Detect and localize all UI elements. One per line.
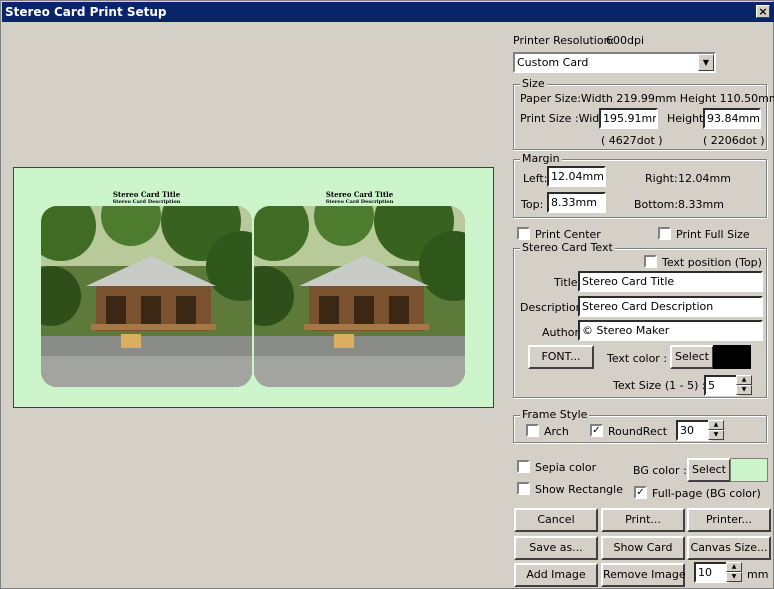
arch-checkbox[interactable] bbox=[526, 424, 539, 437]
close-icon: × bbox=[758, 5, 768, 18]
text-size-label: Text Size (1 - 5) : bbox=[613, 379, 706, 392]
spin-up-icon[interactable]: ▲ bbox=[708, 420, 724, 430]
print-full-size-label: Print Full Size bbox=[676, 228, 750, 241]
print-width-label: Print Size :Width bbox=[520, 112, 611, 125]
add-image-button[interactable]: Add Image bbox=[514, 563, 598, 587]
stereo-card-text-legend: Stereo Card Text bbox=[520, 241, 615, 254]
print-center-label: Print Center bbox=[535, 228, 601, 241]
sepia-label: Sepia color bbox=[535, 461, 597, 474]
window-title: Stereo Card Print Setup bbox=[5, 5, 167, 19]
card-preview: Stereo Card Title Stereo Card Descriptio… bbox=[13, 167, 494, 408]
description-field[interactable]: Stereo Card Description bbox=[578, 296, 763, 317]
print-height-label: Height bbox=[667, 112, 704, 125]
full-page-label: Full-page (BG color) bbox=[652, 487, 761, 500]
left-stereo-photo bbox=[41, 206, 252, 387]
canvas-size-button[interactable]: Canvas Size... bbox=[687, 536, 771, 560]
spacing-stepper[interactable]: ▲ ▼ bbox=[726, 562, 742, 583]
sepia-checkbox[interactable] bbox=[517, 460, 530, 473]
width-dots-text: ( 4627dot ) bbox=[601, 134, 663, 147]
paper-size-select[interactable]: Custom Card ▼ bbox=[513, 52, 716, 73]
author-label: Author: bbox=[542, 326, 583, 339]
margin-top-label: Top: bbox=[521, 198, 544, 211]
margin-right-value: 12.04mm bbox=[678, 172, 731, 185]
margin-left-field[interactable]: 12.04mm bbox=[547, 166, 606, 187]
spin-up-icon[interactable]: ▲ bbox=[726, 562, 742, 572]
margin-right-label: Right: bbox=[645, 172, 678, 185]
print-height-field[interactable]: 93.84mm bbox=[703, 108, 761, 129]
bg-color-select-button[interactable]: Select bbox=[687, 458, 731, 482]
full-page-checkbox[interactable]: ✓ bbox=[634, 486, 647, 499]
print-full-size-checkbox[interactable] bbox=[658, 227, 671, 240]
spacing-unit-label: mm bbox=[747, 568, 769, 581]
paper-size-text: Paper Size:Width 219.99mm Height 110.50m… bbox=[520, 92, 774, 105]
text-color-select-button[interactable]: Select bbox=[670, 345, 714, 369]
spacing-field[interactable]: 10 bbox=[694, 562, 729, 583]
show-card-button[interactable]: Show Card bbox=[601, 536, 685, 560]
check-icon: ✓ bbox=[592, 425, 601, 436]
left-card-title: Stereo Card Title bbox=[112, 190, 181, 199]
print-button[interactable]: Print... bbox=[601, 508, 685, 532]
spin-up-icon[interactable]: ▲ bbox=[736, 375, 752, 385]
print-center-checkbox[interactable] bbox=[517, 227, 530, 240]
arch-label: Arch bbox=[544, 425, 569, 438]
text-size-field[interactable]: 5 bbox=[704, 375, 739, 396]
chevron-down-icon[interactable]: ▼ bbox=[698, 54, 714, 71]
roundrect-label: RoundRect bbox=[608, 425, 668, 438]
roundrect-checkbox[interactable]: ✓ bbox=[590, 424, 603, 437]
printer-resolution-value: 600dpi bbox=[606, 34, 645, 47]
text-color-label: Text color : bbox=[607, 352, 668, 365]
left-card-description: Stereo Card Description bbox=[112, 199, 181, 205]
text-position-label: Text position (Top) bbox=[662, 256, 762, 269]
text-color-swatch bbox=[713, 345, 751, 369]
bg-color-swatch bbox=[730, 458, 768, 482]
description-label: Description: bbox=[520, 301, 587, 314]
print-width-field[interactable]: 195.91mm bbox=[599, 108, 658, 129]
show-rectangle-checkbox[interactable] bbox=[517, 482, 530, 495]
size-legend: Size bbox=[520, 77, 547, 90]
title-bar: Stereo Card Print Setup × bbox=[2, 2, 774, 22]
check-icon: ✓ bbox=[636, 487, 645, 498]
margin-bottom-value: 8.33mm bbox=[678, 198, 724, 211]
print-setup-window: Stereo Card Print Setup × Stereo Card Ti… bbox=[0, 0, 774, 589]
margin-legend: Margin bbox=[520, 152, 562, 165]
frame-style-legend: Frame Style bbox=[520, 408, 590, 421]
roundrect-stepper[interactable]: ▲ ▼ bbox=[708, 420, 724, 441]
height-dots-text: ( 2206dot ) bbox=[703, 134, 765, 147]
show-rectangle-label: Show Rectangle bbox=[535, 483, 623, 496]
save-as-button[interactable]: Save as... bbox=[514, 536, 598, 560]
title-field[interactable]: Stereo Card Title bbox=[578, 271, 763, 292]
author-field[interactable]: © Stereo Maker bbox=[578, 320, 763, 341]
right-card-title: Stereo Card Title bbox=[325, 190, 394, 199]
printer-button[interactable]: Printer... bbox=[687, 508, 771, 532]
right-stereo-photo bbox=[254, 206, 465, 387]
spin-down-icon[interactable]: ▼ bbox=[708, 430, 724, 440]
right-card-description: Stereo Card Description bbox=[325, 199, 394, 205]
printer-resolution-label: Printer Resolution: bbox=[513, 34, 615, 47]
roundrect-value-field[interactable]: 30 bbox=[676, 420, 711, 441]
remove-image-button[interactable]: Remove Image bbox=[601, 563, 686, 587]
bg-color-label: BG color : bbox=[633, 464, 687, 477]
margin-bottom-label: Bottom: bbox=[634, 198, 679, 211]
text-size-stepper[interactable]: ▲ ▼ bbox=[736, 375, 752, 396]
spin-down-icon[interactable]: ▼ bbox=[736, 385, 752, 395]
spin-down-icon[interactable]: ▼ bbox=[726, 572, 742, 582]
margin-left-label: Left: bbox=[523, 172, 548, 185]
font-button[interactable]: FONT... bbox=[528, 345, 594, 369]
cancel-button[interactable]: Cancel bbox=[514, 508, 598, 532]
close-button[interactable]: × bbox=[756, 5, 770, 18]
margin-top-field[interactable]: 8.33mm bbox=[547, 192, 606, 213]
text-position-checkbox[interactable] bbox=[644, 255, 657, 268]
paper-size-value: Custom Card bbox=[517, 56, 589, 69]
